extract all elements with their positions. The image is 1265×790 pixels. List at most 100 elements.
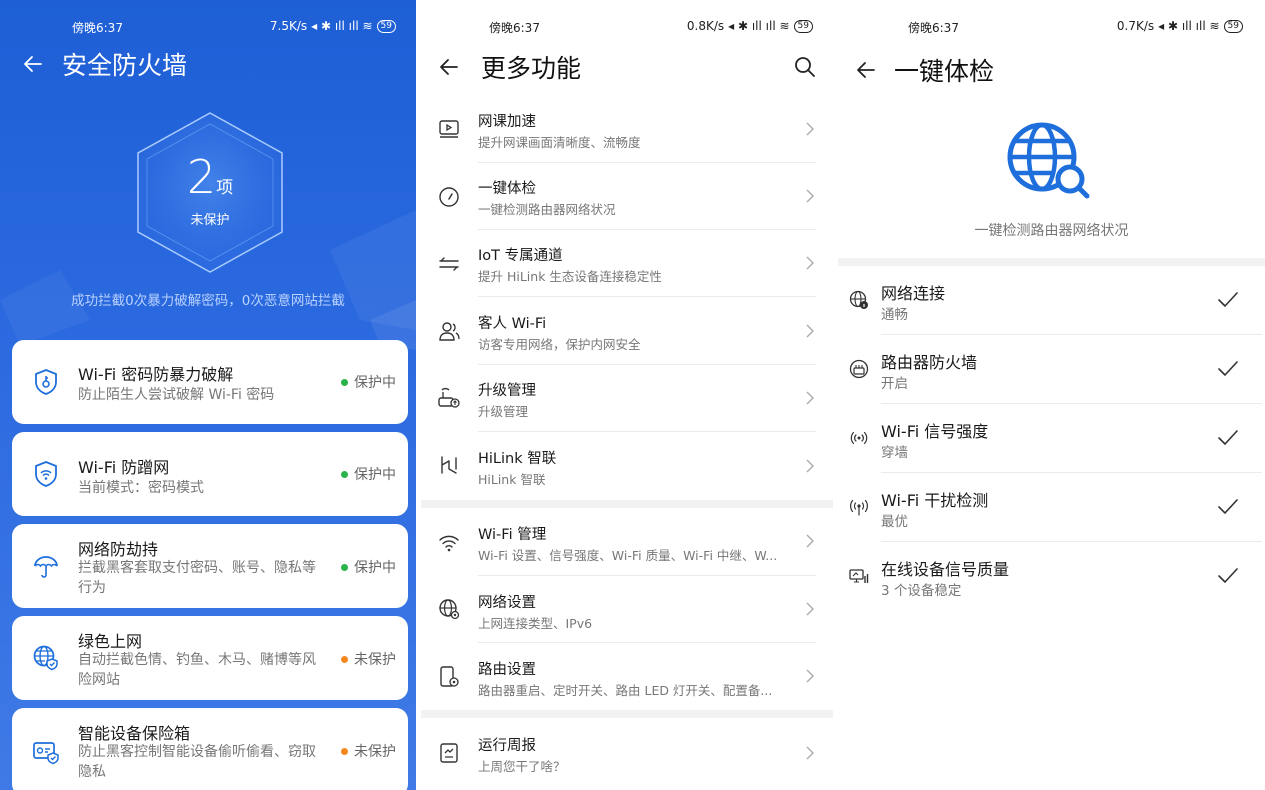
check-item-interference: Wi-Fi 干扰检测 最优 [838,473,1265,542]
chevron-right-icon [806,324,814,338]
shield-key-icon [35,369,57,395]
device-shield-icon [33,742,59,765]
report-icon [440,743,458,763]
checkup-screen: 傍晚6:37 0.7K/s ◂ ✱ ıll ıll ≋ 59 一键体检 一键检测… [838,0,1265,790]
list-item-network-settings[interactable]: 网络设置 上网连接类型、IPv6 [421,576,833,643]
card-title: Wi-Fi 密码防暴力破解 [78,365,234,384]
status-badge: 保护中 [341,464,396,484]
chevron-right-icon [806,122,814,136]
check-item-connection: 网络连接 通畅 [838,266,1265,335]
hilink-icon [441,456,457,474]
chevron-right-icon [806,669,814,683]
count-unit: 项 [216,178,234,198]
status-dot [341,747,348,755]
chevron-right-icon [806,256,814,270]
item-title: HiLink 智联 [478,451,557,467]
section-gap [421,500,833,508]
count-label: 未保护 [190,213,230,228]
item-desc: 一键检测路由器网络状况 [478,202,616,217]
chevron-right-icon [806,391,814,405]
status-badge: 未保护 [341,741,396,761]
signal-icon [850,431,868,445]
battery-icon: 59 [1223,19,1243,33]
item-title: Wi-Fi 干扰检测 [881,491,989,510]
item-desc: 上周您干了啥？ [478,759,566,774]
item-result: 穿墙 [881,445,908,461]
item-desc: 路由器重启、定时开关、路由 LED 灯开关、配置备... [478,683,773,698]
search-icon[interactable] [793,55,817,79]
chevron-right-icon [806,189,814,203]
chevron-right-icon [806,746,814,760]
globe-info-icon [849,290,868,309]
unprotected-hexagon: 2项 未保护 [130,110,290,275]
signal-icons: ◂ ✱ ıll ıll ≋ [1158,19,1220,33]
channel-icon [439,257,459,271]
status-dot [341,563,348,571]
status-speed: 7.5K/s [269,19,308,33]
status-time: 傍晚6:37 [72,21,123,35]
back-arrow-icon[interactable] [854,58,878,82]
item-result: 最优 [881,514,908,530]
battery-icon: 59 [376,19,396,33]
globe-shield-icon [33,645,58,671]
card-wifi-anti-leech[interactable]: Wi-Fi 防蹭网 当前模式：密码模式 保护中 [12,432,408,516]
check-icon [1218,499,1238,514]
top-bar: 一键体检 [838,50,1265,90]
chevron-right-icon [806,602,814,616]
chevron-right-icon [806,459,814,473]
umbrella-icon [34,556,58,578]
check-item-device-signal: 在线设备信号质量 3 个设备稳定 [838,542,1265,611]
check-icon [1218,568,1238,583]
item-title: 网络设置 [478,595,536,611]
card-title: 智能设备保险箱 [78,724,191,743]
item-title: 客人 Wi-Fi [478,316,547,332]
item-desc: 上网连接类型、IPv6 [478,616,593,631]
list-item-checkup[interactable]: 一键体检 一键检测路由器网络状况 [421,163,833,230]
section-gap [838,258,1265,266]
list-item-iot-channel[interactable]: IoT 专属通道 提升 HiLink 生态设备连接稳定性 [421,230,833,297]
page-title: 更多功能 [481,54,582,83]
card-smart-device-vault[interactable]: 智能设备保险箱 防止黑客控制智能设备偷听偷看、窃取隐私 未保护 [12,708,408,790]
status-speed: 0.8K/s [686,19,725,33]
router-upgrade-icon [438,387,460,408]
card-wifi-brute-force[interactable]: Wi-Fi 密码防暴力破解 防止陌生人尝试破解 Wi-Fi 密码 保护中 [12,340,408,424]
card-anti-hijack[interactable]: 网络防劫持 拦截黑客套取支付密码、账号、隐私等行为 保护中 [12,524,408,608]
card-desc: 拦截黑客套取支付密码、账号、隐私等行为 [78,560,316,596]
check-icon [1218,292,1238,307]
signal-icons: ◂ ✱ ıll ıll ≋ [728,19,790,33]
list-item-wifi-manage[interactable]: Wi-Fi 管理 Wi-Fi 设置、信号强度、Wi-Fi 质量、Wi-Fi 中继… [421,508,833,576]
signal-icons: ◂ ✱ ıll ıll ≋ [311,19,373,33]
item-title: IoT 专属通道 [478,248,563,264]
item-title: 一键体检 [478,181,536,197]
item-result: 开启 [881,376,908,392]
firewall-icon [849,359,869,379]
list-item-router-settings[interactable]: 路由设置 路由器重启、定时开关、路由 LED 灯开关、配置备... [421,643,833,710]
back-arrow-icon[interactable] [437,55,461,79]
page-title: 安全防火墙 [62,51,188,80]
item-title: 路由设置 [478,662,536,678]
back-arrow-icon[interactable] [21,52,45,76]
guest-icon [439,322,460,341]
status-bar: 傍晚6:37 0.8K/s ◂ ✱ ıll ıll ≋ 59 [421,16,833,38]
shield-wifi-icon [35,461,57,487]
check-icon [1218,430,1238,445]
card-green-internet[interactable]: 绿色上网 自动拦截色情、钓鱼、木马、赌博等风险网站 未保护 [12,616,408,700]
card-desc: 防止陌生人尝试破解 Wi-Fi 密码 [78,387,275,403]
device-signal-icon [849,569,869,583]
list-item-hilink[interactable]: HiLink 智联 HiLink 智联 [421,432,833,500]
list-item-guest-wifi[interactable]: 客人 Wi-Fi 访客专用网络，保护内网安全 [421,297,833,365]
status-time: 傍晚6:37 [908,21,959,35]
status-dot [341,655,348,663]
card-desc: 当前模式：密码模式 [78,480,204,496]
list-item-weekly-report[interactable]: 运行周报 上周您干了啥？ [421,718,833,790]
unprotected-count: 2 [186,150,217,204]
list-item-upgrade[interactable]: 升级管理 升级管理 [421,365,833,432]
list-item-online-class[interactable]: 网课加速 提升网课画面清晰度、流畅度 [421,96,833,163]
card-title: 绿色上网 [78,632,143,651]
chevron-right-icon [806,534,814,548]
item-desc: HiLink 智联 [478,472,546,487]
item-desc: Wi-Fi 设置、信号强度、Wi-Fi 质量、Wi-Fi 中继、W... [478,548,778,563]
item-result: 3 个设备稳定 [881,583,962,599]
interference-icon [850,499,868,516]
check-icon [1218,361,1238,376]
